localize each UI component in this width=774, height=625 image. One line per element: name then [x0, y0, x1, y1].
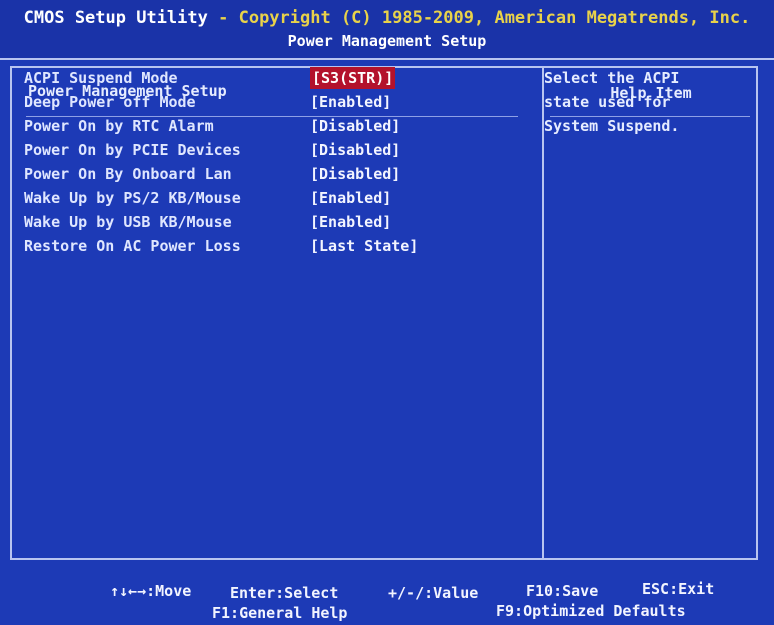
title-bar: CMOS Setup Utility - Copyright (C) 1985-… [0, 0, 774, 60]
enter-key-hint[interactable]: Enter:Select [230, 584, 338, 602]
setting-label: Restore On AC Power Loss [24, 237, 241, 255]
esc-exit-key-hint[interactable]: ESC:Exit [642, 580, 714, 598]
f1-help-key-hint[interactable]: F1:General Help [212, 604, 347, 622]
bios-screen: CMOS Setup Utility - Copyright (C) 1985-… [0, 0, 774, 625]
help-line: state used for [544, 93, 671, 111]
setting-value[interactable]: [Enabled] [310, 210, 391, 234]
utility-name: CMOS Setup Utility [23, 8, 208, 28]
f10-save-key-hint[interactable]: F10:Save [526, 582, 598, 600]
help-line: System Suspend. [544, 117, 680, 135]
setting-value[interactable]: [Disabled] [310, 162, 400, 186]
setting-deep-power-off-mode[interactable]: Deep Power off Mode [Enabled] [24, 90, 524, 114]
setting-acpi-suspend-mode[interactable]: ACPI Suspend Mode [S3(STR)] [24, 66, 524, 90]
title-separator: - [207, 8, 239, 28]
setting-label: Deep Power off Mode [24, 93, 196, 111]
move-key-hint[interactable]: ↑↓←→:Move [110, 582, 191, 600]
settings-list: ACPI Suspend Mode [S3(STR)] Deep Power o… [24, 66, 524, 258]
setting-label: Wake Up by USB KB/Mouse [24, 213, 232, 231]
help-line: Select the ACPI [544, 69, 680, 87]
setting-label: Power On by PCIE Devices [24, 141, 241, 159]
setting-power-on-rtc-alarm[interactable]: Power On by RTC Alarm [Disabled] [24, 114, 524, 138]
setting-label: Wake Up by PS/2 KB/Mouse [24, 189, 241, 207]
setting-value[interactable]: [Last State] [310, 234, 418, 258]
setting-label: Power On by RTC Alarm [24, 117, 214, 135]
setting-value[interactable]: [Enabled] [310, 186, 391, 210]
setting-restore-ac-power-loss[interactable]: Restore On AC Power Loss [Last State] [24, 234, 524, 258]
setting-label: Power On By Onboard Lan [24, 165, 232, 183]
setting-value-selected[interactable]: [S3(STR)] [310, 67, 396, 89]
key-legend: ↑↓←→:Move Enter:Select +/-/:Value F10:Sa… [0, 564, 774, 625]
setting-value[interactable]: [Disabled] [310, 114, 400, 138]
value-key-hint[interactable]: +/-/:Value [388, 584, 478, 602]
title-line: CMOS Setup Utility - Copyright (C) 1985-… [0, 8, 774, 28]
page-title: Power Management Setup [287, 32, 487, 50]
setting-label: ACPI Suspend Mode [24, 69, 178, 87]
panel-divider [542, 68, 544, 558]
setting-power-on-pcie-devices[interactable]: Power On by PCIE Devices [Disabled] [24, 138, 524, 162]
setting-wake-up-ps2[interactable]: Wake Up by PS/2 KB/Mouse [Enabled] [24, 186, 524, 210]
copyright-notice: Copyright (C) 1985-2009, American Megatr… [238, 8, 751, 28]
setting-wake-up-usb[interactable]: Wake Up by USB KB/Mouse [Enabled] [24, 210, 524, 234]
f9-defaults-key-hint[interactable]: F9:Optimized Defaults [496, 602, 686, 620]
help-text: Select the ACPI state used for System Su… [544, 66, 740, 138]
setting-value[interactable]: [Enabled] [310, 90, 391, 114]
setting-power-on-onboard-lan[interactable]: Power On By Onboard Lan [Disabled] [24, 162, 524, 186]
setting-value[interactable]: [Disabled] [310, 138, 400, 162]
